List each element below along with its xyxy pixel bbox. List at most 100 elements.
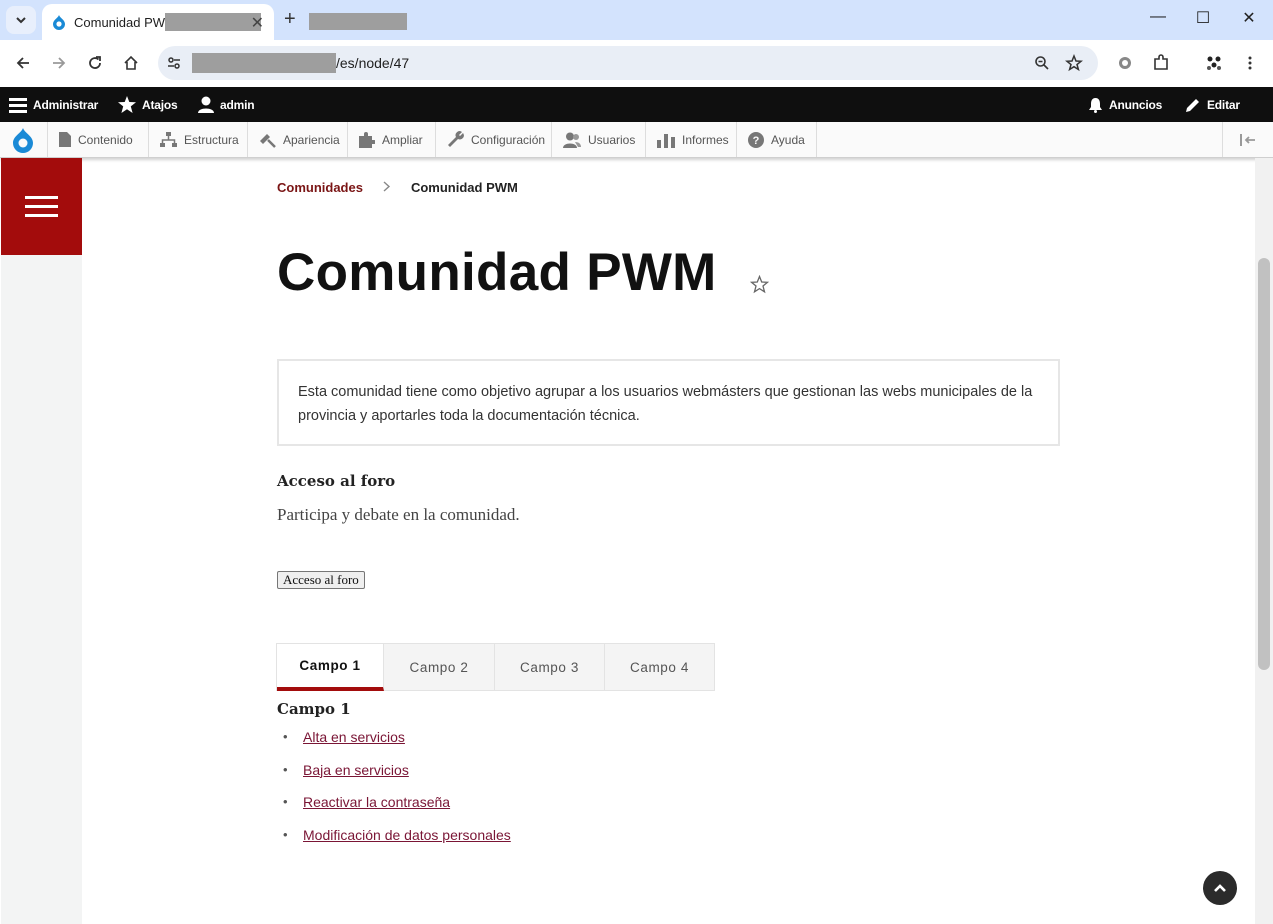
site-settings-icon[interactable] xyxy=(166,55,182,71)
admin-manage-label: Administrar xyxy=(33,97,99,112)
redacted-block xyxy=(165,13,262,31)
link-modificacion-datos[interactable]: Modificación de datos personales xyxy=(303,827,511,843)
left-sidebar xyxy=(1,158,82,924)
file-icon xyxy=(59,132,71,147)
puzzle-icon xyxy=(359,131,375,148)
link-alta-servicios[interactable]: Alta en servicios xyxy=(303,729,405,745)
reload-icon[interactable] xyxy=(84,52,106,74)
admin-edit-label: Editar xyxy=(1207,97,1240,112)
tab-campo-4[interactable]: Campo 4 xyxy=(605,644,714,691)
admin-announcements-button[interactable]: Anuncios xyxy=(1088,87,1162,122)
menu-item-label: Apariencia xyxy=(283,132,340,147)
menu-item-ayuda[interactable]: ? Ayuda xyxy=(737,122,817,157)
menu-item-label: Estructura xyxy=(184,132,239,147)
bar-chart-icon xyxy=(657,133,675,148)
menu-item-ampliar[interactable]: Ampliar xyxy=(348,122,436,157)
drupal-logo-icon xyxy=(13,127,33,153)
campo-heading: Campo 1 xyxy=(277,700,351,718)
tab-title: Comunidad PW xyxy=(74,14,166,30)
menu-item-label: Usuarios xyxy=(588,132,636,147)
menu-item-label: Ampliar xyxy=(382,132,423,147)
drupal-home-link[interactable] xyxy=(0,122,48,157)
breadcrumb-current: Comunidad PWM xyxy=(410,180,518,195)
breadcrumb-separator-icon xyxy=(383,180,391,195)
minimize-icon[interactable]: — xyxy=(1138,8,1178,26)
favorite-star-icon[interactable] xyxy=(750,275,769,294)
menu-item-apariencia[interactable]: Apariencia xyxy=(248,122,348,157)
tab-close-icon[interactable]: ✕ xyxy=(251,13,264,33)
list-item: Alta en servicios xyxy=(277,729,511,762)
close-window-icon[interactable]: ✕ xyxy=(1229,8,1269,28)
link-reactivar-contrasena[interactable]: Reactivar la contraseña xyxy=(303,794,450,810)
hamburger-line xyxy=(25,214,58,217)
wrench-icon xyxy=(448,131,464,147)
tab-campo-2[interactable]: Campo 2 xyxy=(384,644,495,691)
admin-manage-button[interactable]: Administrar xyxy=(9,87,98,122)
back-to-top-button[interactable] xyxy=(1203,871,1237,905)
extensions-puzzle-icon[interactable] xyxy=(1150,52,1172,74)
home-icon[interactable] xyxy=(120,52,142,74)
main-menu-button[interactable] xyxy=(1,158,82,255)
tab-campo-3[interactable]: Campo 3 xyxy=(495,644,605,691)
community-description: Esta comunidad tiene como objetivo agrup… xyxy=(277,359,1060,446)
address-bar[interactable]: /es/node/47 xyxy=(158,46,1098,80)
tab-list-button[interactable] xyxy=(6,6,36,34)
menu-item-label: Configuración xyxy=(471,132,546,147)
menu-item-contenido[interactable]: Contenido xyxy=(48,122,149,157)
page-title: Comunidad PWM xyxy=(277,243,717,302)
campo-links-list: Alta en servicios Baja en servicios Reac… xyxy=(277,729,511,859)
scrollbar-thumb[interactable] xyxy=(1258,258,1270,670)
forward-icon[interactable] xyxy=(48,52,70,74)
forum-access-button[interactable]: Acceso al foro xyxy=(277,571,365,589)
browser-tab-bar: Comunidad PW ✕ + — ☐ ✕ xyxy=(0,0,1273,40)
campo-tabs: Campo 1 Campo 2 Campo 3 Campo 4 xyxy=(276,643,715,691)
pencil-icon xyxy=(1186,98,1199,112)
menu-item-label: Contenido xyxy=(78,132,133,147)
zoom-icon[interactable] xyxy=(1034,55,1050,71)
collapse-tray-icon[interactable] xyxy=(1222,122,1273,157)
admin-edit-button[interactable]: Editar xyxy=(1185,87,1240,122)
maximize-icon[interactable]: ☐ xyxy=(1183,8,1223,28)
help-icon: ? xyxy=(748,131,764,148)
browser-tab-active[interactable]: Comunidad PW ✕ xyxy=(42,4,274,40)
admin-announcements-label: Anuncios xyxy=(1109,97,1163,112)
bookmark-star-icon[interactable] xyxy=(1065,54,1083,72)
back-icon[interactable] xyxy=(12,52,34,74)
admin-shortcuts-label: Atajos xyxy=(142,97,178,112)
list-item: Reactivar la contraseña xyxy=(277,794,511,827)
hamburger-line xyxy=(25,196,58,199)
tab-campo-1[interactable]: Campo 1 xyxy=(277,644,384,691)
page-scrollbar[interactable] xyxy=(1255,158,1273,924)
list-item: Baja en servicios xyxy=(277,762,511,795)
breadcrumb-link-comunidades[interactable]: Comunidades xyxy=(277,180,363,195)
admin-user-button[interactable]: admin xyxy=(198,87,255,122)
extension-gear-icon[interactable] xyxy=(1114,52,1136,74)
forum-heading: Acceso al foro xyxy=(277,472,396,490)
admin-shortcuts-button[interactable]: Atajos xyxy=(118,87,178,122)
menu-icon xyxy=(9,97,27,113)
menu-item-usuarios[interactable]: Usuarios xyxy=(552,122,646,157)
star-icon xyxy=(118,96,136,113)
forum-text: Participa y debate en la comunidad. xyxy=(277,505,520,524)
paintbrush-icon xyxy=(260,133,276,148)
new-tab-icon[interactable]: + xyxy=(284,8,296,31)
breadcrumb: Comunidades Comunidad PWM xyxy=(277,180,518,195)
list-item: Modificación de datos personales xyxy=(277,827,511,860)
admin-user-label: admin xyxy=(220,97,255,112)
link-baja-servicios[interactable]: Baja en servicios xyxy=(303,762,409,778)
admin-menu-tray: Contenido Estructura Apariencia Ampliar … xyxy=(0,122,1273,158)
admin-toolbar: Administrar Atajos admin Anuncios Editar xyxy=(0,87,1273,122)
menu-item-configuracion[interactable]: Configuración xyxy=(436,122,552,157)
browser-toolbar: /es/node/47 xyxy=(0,40,1273,87)
profile-icon[interactable] xyxy=(1203,52,1225,74)
menu-item-estructura[interactable]: Estructura xyxy=(149,122,248,157)
chevron-up-icon xyxy=(1214,884,1226,892)
browser-menu-icon[interactable] xyxy=(1239,52,1261,74)
redacted-block xyxy=(192,53,336,73)
menu-item-informes[interactable]: Informes xyxy=(646,122,737,157)
menu-item-label: Informes xyxy=(682,132,729,147)
users-icon xyxy=(563,132,581,148)
svg-text:?: ? xyxy=(753,135,760,147)
redacted-block xyxy=(309,13,407,30)
drupal-favicon-icon xyxy=(53,15,65,30)
